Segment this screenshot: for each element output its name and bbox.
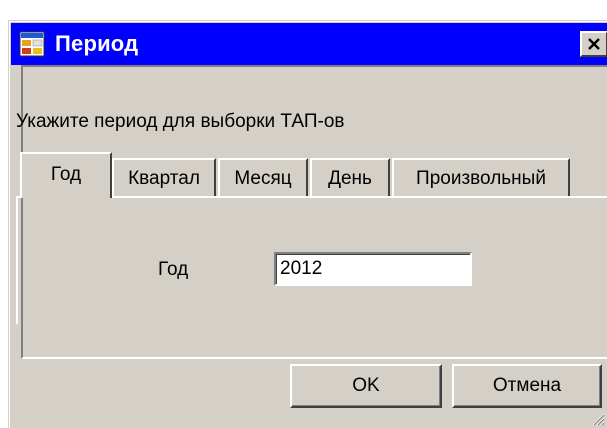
cancel-button-label: Отмена — [492, 375, 562, 396]
app-form-icon — [19, 31, 45, 57]
tab-quarter[interactable]: Квартал — [112, 158, 216, 196]
close-button[interactable] — [580, 31, 607, 57]
tab-month[interactable]: Месяц — [218, 158, 308, 196]
ok-button-label: OK — [352, 375, 380, 396]
tab-label: Месяц — [234, 168, 292, 189]
cancel-button[interactable]: Отмена — [452, 364, 602, 408]
period-prompt: Укажите период для выборки ТАП-ов — [16, 111, 345, 132]
tab-label: Год — [50, 164, 82, 185]
tab-panel-year — [16, 196, 607, 324]
ok-button[interactable]: OK — [290, 364, 442, 408]
title-bar[interactable]: Период — [11, 23, 607, 65]
tab-custom[interactable]: Произвольный — [392, 158, 570, 196]
tab-day[interactable]: День — [310, 158, 390, 196]
close-icon — [588, 38, 600, 50]
tab-label: День — [328, 168, 372, 189]
resize-grip-icon[interactable] — [589, 410, 605, 426]
tab-year[interactable]: Год — [20, 152, 112, 198]
tab-label: Произвольный — [416, 168, 546, 189]
window-title: Период — [55, 31, 139, 56]
tab-label: Квартал — [128, 168, 200, 189]
